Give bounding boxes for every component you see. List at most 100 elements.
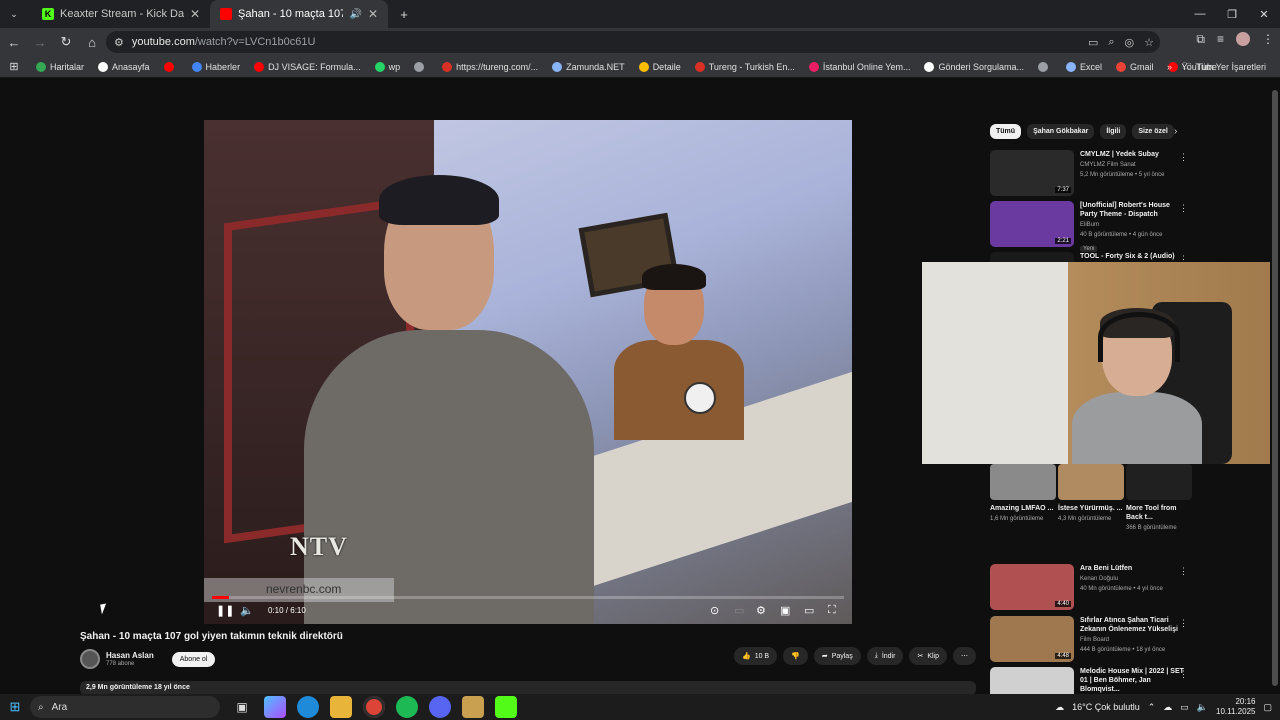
chrome-icon[interactable]: [363, 696, 385, 718]
more-options-icon[interactable]: ⋮: [1179, 618, 1188, 629]
profile-avatar[interactable]: [1236, 32, 1250, 46]
channel-name[interactable]: Kenan Doğulu: [1080, 575, 1184, 583]
media-controls-icon[interactable]: ≡: [1217, 32, 1224, 47]
bookmark-star-icon[interactable]: ☆: [1144, 36, 1154, 49]
short-item[interactable]: İstese Yürürmüş. ... 4,3 Mn görüntüleme: [1058, 464, 1124, 532]
video-thumbnail[interactable]: 4:40: [990, 564, 1074, 610]
site-info-icon[interactable]: ⚙: [114, 36, 124, 49]
filter-chip[interactable]: İlgili: [1100, 124, 1127, 139]
forward-icon[interactable]: →: [28, 30, 52, 54]
clock[interactable]: 20:16 10.11.2025: [1216, 697, 1255, 717]
short-item[interactable]: More Tool from Back t... 366 B görüntülem…: [1126, 464, 1192, 532]
filter-chip[interactable]: Size özel: [1132, 124, 1174, 139]
onedrive-icon[interactable]: ☁: [1163, 702, 1172, 713]
reload-icon[interactable]: ↻: [54, 30, 78, 54]
pause-icon[interactable]: ❚❚: [216, 604, 234, 617]
share-button[interactable]: ➦ Paylaş: [813, 647, 861, 665]
close-tab-icon[interactable]: ✕: [190, 7, 200, 21]
more-options-icon[interactable]: ⋮: [1179, 669, 1188, 680]
video-thumbnail[interactable]: 4:48: [990, 616, 1074, 662]
settings-icon[interactable]: ⚙: [756, 604, 766, 617]
bookmark-item[interactable]: [163, 61, 178, 72]
address-bar[interactable]: ⚙ youtube.com/watch?v=LVCn1b0c61U ▭ ⌕ ◎ …: [106, 31, 1160, 53]
recommended-video[interactable]: 2:21 [Unofficial] Robert's House Party Th…: [990, 201, 1190, 252]
subscribe-button[interactable]: Abone ol: [171, 651, 216, 667]
new-tab-icon[interactable]: +: [392, 2, 416, 26]
bookmark-item[interactable]: Detaile: [638, 61, 681, 72]
bookmark-item[interactable]: Haritalar: [36, 61, 84, 72]
home-icon[interactable]: ⌂: [80, 30, 104, 54]
channel-name[interactable]: Film Board: [1080, 636, 1184, 644]
short-title[interactable]: Amazing LMFAO ...: [990, 504, 1056, 513]
back-icon[interactable]: ←: [2, 30, 26, 54]
bookmark-item[interactable]: https://tureng.com/...: [442, 61, 538, 72]
short-thumbnail[interactable]: [1058, 464, 1124, 500]
notifications-icon[interactable]: ▢: [1263, 702, 1272, 713]
fullscreen-icon[interactable]: ⛶: [828, 604, 836, 617]
short-thumbnail[interactable]: [1126, 464, 1192, 500]
tab-search-icon[interactable]: ⌄: [2, 2, 26, 26]
progress-bar[interactable]: [212, 596, 844, 599]
all-bookmarks[interactable]: 🗀 Tüm Yer İşaretleri: [1182, 59, 1266, 75]
channel-name[interactable]: Hasan Aslan: [106, 651, 154, 660]
more-options-icon[interactable]: ⋮: [1179, 203, 1188, 214]
tab-youtube-video[interactable]: Şahan - 10 maçta 107 gol yiyen 🔊 ✕: [210, 0, 388, 28]
copilot-icon[interactable]: [264, 696, 286, 718]
discord-icon[interactable]: [429, 696, 451, 718]
video-title[interactable]: [Unofficial] Robert's House Party Theme …: [1080, 201, 1184, 219]
dislike-button[interactable]: 👎: [783, 647, 808, 665]
video-thumbnail[interactable]: 2:21: [990, 201, 1074, 247]
edge-icon[interactable]: [297, 696, 319, 718]
video-title[interactable]: Melodic House Mix | 2022 | SET 01 | Ben …: [1080, 667, 1184, 694]
channel-name[interactable]: CMYLMZ Film Sanat: [1080, 161, 1184, 169]
bookmark-item[interactable]: Haberler: [191, 61, 240, 72]
channel-name[interactable]: EliBum: [1080, 221, 1184, 229]
audio-playing-icon[interactable]: 🔊: [349, 9, 361, 20]
tab-kick-dashboard[interactable]: K Keaxter Stream - Kick Dashboard ✕: [32, 0, 210, 28]
chips-next-icon[interactable]: ›: [1174, 126, 1177, 137]
cast-icon[interactable]: ▭: [1088, 36, 1098, 49]
volume-tray-icon[interactable]: 🔈: [1197, 702, 1208, 713]
extensions-icon[interactable]: ⧉: [1196, 32, 1205, 47]
miniplayer-icon[interactable]: ▣: [780, 604, 790, 617]
file-explorer-icon[interactable]: [330, 696, 352, 718]
close-window-icon[interactable]: ✕: [1248, 0, 1280, 28]
video-thumbnail[interactable]: 7:37: [990, 150, 1074, 196]
like-button[interactable]: 👍 10 B: [733, 647, 778, 665]
video-title[interactable]: TOOL - Forty Six & 2 (Audio): [1080, 252, 1184, 261]
more-options-icon[interactable]: ⋮: [1179, 566, 1188, 577]
apps-grid-icon[interactable]: ⊞: [2, 55, 26, 79]
kick-app-icon[interactable]: [495, 696, 517, 718]
bookmark-item[interactable]: Tureng - Turkish En...: [694, 61, 795, 72]
minimize-icon[interactable]: —: [1184, 0, 1216, 28]
recommended-video[interactable]: 4:40 Ara Beni Lütfen Kenan Doğulu 40 Mn gör…: [990, 564, 1190, 612]
volume-icon[interactable]: 🔈: [240, 604, 254, 617]
app-icon[interactable]: [462, 696, 484, 718]
close-tab-icon[interactable]: ✕: [368, 7, 378, 21]
video-title[interactable]: Ara Beni Lütfen: [1080, 564, 1184, 573]
spotify-icon[interactable]: [396, 696, 418, 718]
autoplay-toggle-icon[interactable]: ⊙: [710, 604, 719, 617]
taskbar-search[interactable]: ⌕ Ara: [30, 696, 220, 718]
more-options-icon[interactable]: ⋮: [1179, 152, 1188, 163]
video-title[interactable]: CMYLMZ | Yedek Subay: [1080, 150, 1184, 159]
tracking-icon[interactable]: ◎: [1125, 36, 1135, 49]
more-actions-button[interactable]: ⋯: [953, 647, 976, 665]
filter-chip[interactable]: Tümü: [990, 124, 1022, 139]
subtitles-icon[interactable]: ▭: [734, 604, 744, 617]
zoom-icon[interactable]: ⌕: [1108, 36, 1114, 49]
more-bookmarks-icon[interactable]: »: [1167, 62, 1172, 72]
video-player[interactable]: NTV nevrenbc.com ❚❚ 🔈 0:10 / 6:10 ⊙ ▭ ⚙ …: [204, 120, 852, 624]
bookmark-item[interactable]: İstanbul Online Yem...: [808, 61, 910, 72]
recommended-video[interactable]: 4:48 Sıfırlar Atınca Şahan Ticari Zekanın…: [990, 616, 1190, 664]
bookmark-item[interactable]: [414, 61, 428, 72]
bookmark-item[interactable]: Gmail: [1116, 61, 1154, 72]
short-thumbnail[interactable]: [990, 464, 1056, 500]
bookmark-item[interactable]: Gönderi Sorgulama...: [924, 61, 1024, 72]
video-title[interactable]: Sıfırlar Atınca Şahan Ticari Zekanın Önl…: [1080, 616, 1184, 634]
windows-start-icon[interactable]: ⊞: [0, 694, 30, 720]
channel-avatar[interactable]: [80, 649, 100, 669]
download-button[interactable]: ⤓ İndir: [866, 647, 904, 665]
tray-chevron-icon[interactable]: ⌃: [1148, 702, 1156, 713]
recommended-video[interactable]: 7:37 CMYLMZ | Yedek Subay CMYLMZ Film Sana…: [990, 150, 1190, 198]
